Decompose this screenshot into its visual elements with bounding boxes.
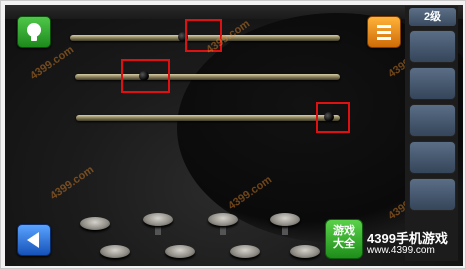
logo-badge-line2: 大全 <box>333 238 355 250</box>
back-arrow-icon <box>27 232 39 248</box>
brand-logo: 游戏 大全 4399手机游戏 www.4399.com <box>323 219 461 263</box>
inventory-slot[interactable] <box>409 178 456 211</box>
level-badge: 2级 <box>409 8 456 26</box>
inventory-slot[interactable] <box>409 67 456 100</box>
inventory-slot[interactable] <box>409 104 456 137</box>
key-stem <box>282 225 288 235</box>
watermark: 4399.com <box>28 43 77 83</box>
key-stem <box>155 225 161 235</box>
slider-track-3[interactable] <box>76 112 340 122</box>
typewriter-key <box>270 213 300 226</box>
back-button[interactable] <box>17 224 51 256</box>
logo-url: www.4399.com <box>367 245 435 256</box>
hint-button[interactable] <box>17 16 51 48</box>
menu-button[interactable] <box>367 16 401 48</box>
typewriter-key <box>208 213 238 226</box>
logo-badge: 游戏 大全 <box>325 219 363 259</box>
typewriter-key <box>290 245 320 258</box>
highlight-box-3 <box>316 102 350 133</box>
slider-track-2[interactable] <box>75 71 340 81</box>
typewriter-key <box>80 217 110 230</box>
typewriter-key <box>100 245 130 258</box>
typewriter-key <box>143 213 173 226</box>
highlight-box-2 <box>121 59 170 93</box>
typewriter-key <box>230 245 260 258</box>
watermark: 4399.com <box>48 163 97 203</box>
inventory-slot[interactable] <box>409 141 456 174</box>
lightbulb-icon <box>27 23 41 41</box>
inventory-slot[interactable] <box>409 30 456 63</box>
typewriter-key <box>165 245 195 258</box>
menu-icon <box>377 25 391 40</box>
key-stem <box>220 225 226 235</box>
logo-badge-line1: 游戏 <box>333 225 355 237</box>
